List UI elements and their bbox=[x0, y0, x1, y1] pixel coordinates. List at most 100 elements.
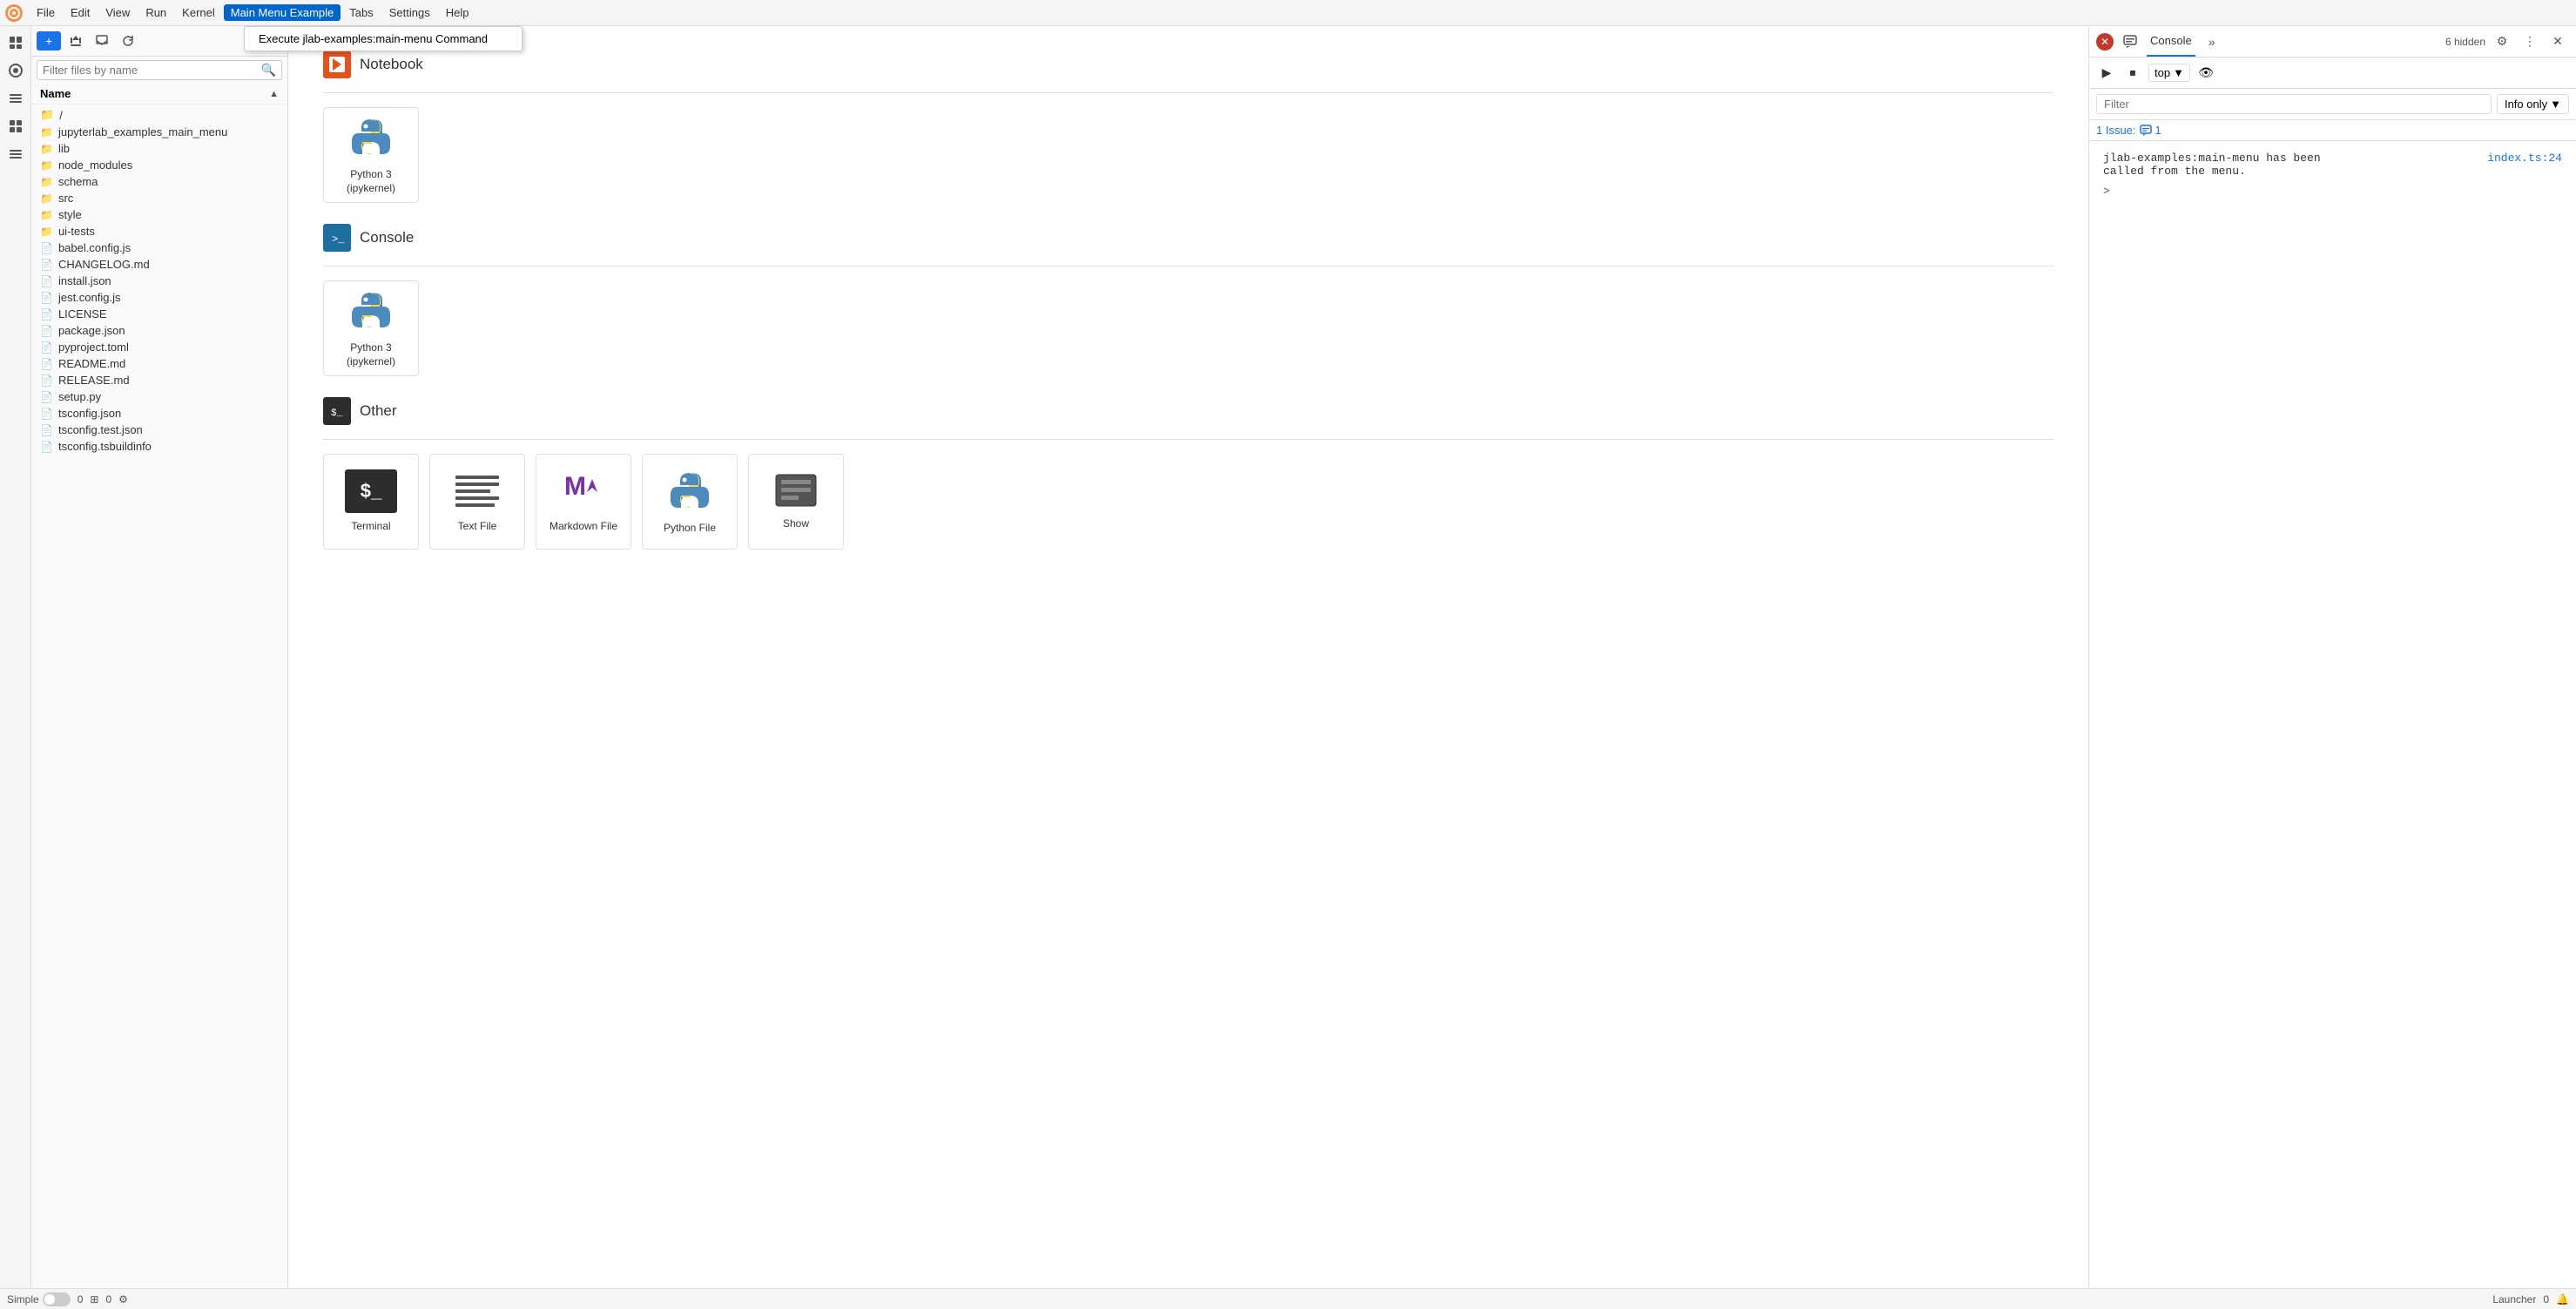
svg-text:$_: $_ bbox=[331, 408, 343, 419]
python-file-card[interactable]: Python File bbox=[642, 454, 738, 550]
list-item[interactable]: 📄 install.json bbox=[31, 273, 287, 289]
svg-text:>_: >_ bbox=[332, 233, 345, 246]
new-file-button[interactable]: + + bbox=[37, 31, 61, 51]
menu-help[interactable]: Help bbox=[439, 4, 476, 21]
dropdown-item-execute[interactable]: Execute jlab-examples:main-menu Command bbox=[245, 27, 522, 51]
json-file-icon: 📄 bbox=[40, 408, 53, 420]
list-item[interactable]: 📄 RELEASE.md bbox=[31, 372, 287, 388]
notebook-python3-card[interactable]: Python 3(ipykernel) bbox=[323, 107, 419, 203]
list-item[interactable]: 📄 README.md bbox=[31, 355, 287, 372]
menu-main-menu-example[interactable]: Main Menu Example bbox=[224, 4, 341, 21]
run-button[interactable]: ▶ bbox=[2096, 63, 2117, 84]
list-item[interactable]: 📄 babel.config.js bbox=[31, 240, 287, 256]
console-python3-card[interactable]: Python 3(ipykernel) bbox=[323, 280, 419, 376]
chevron-down-icon: ▼ bbox=[2173, 66, 2184, 79]
show-label: Show bbox=[783, 517, 809, 531]
console-tab[interactable]: Console bbox=[2147, 26, 2195, 57]
list-item[interactable]: 📄 pyproject.toml bbox=[31, 339, 287, 355]
json-file-icon: 📄 bbox=[40, 275, 53, 287]
list-item[interactable]: 📁 jupyterlab_examples_main_menu bbox=[31, 124, 287, 140]
console-section-header: >_ Console bbox=[323, 224, 2053, 252]
stop-button[interactable]: ⏹ bbox=[2122, 63, 2143, 84]
show-card[interactable]: Show bbox=[748, 454, 844, 550]
app-layout: + + bbox=[0, 26, 2576, 1288]
list-item[interactable]: 📁 style bbox=[31, 206, 287, 223]
folder-icon: 📁 bbox=[40, 226, 53, 238]
top-selector[interactable]: top ▼ bbox=[2148, 64, 2190, 82]
other-section-title: Other bbox=[360, 402, 397, 420]
top-label: top bbox=[2155, 66, 2170, 79]
app-logo bbox=[3, 3, 24, 24]
panel-settings-button[interactable]: ⚙ bbox=[2491, 30, 2513, 53]
menu-view[interactable]: View bbox=[98, 4, 137, 21]
toggle-track[interactable] bbox=[43, 1292, 71, 1306]
mode-toggle[interactable]: Simple bbox=[7, 1292, 71, 1306]
folder-icon: 📁 bbox=[40, 209, 53, 221]
right-panel: ✕ Console » 6 hidden ⚙ ⋮ ✕ ▶ ⏹ bbox=[2088, 26, 2576, 1288]
console-cards: Python 3(ipykernel) bbox=[323, 280, 2053, 376]
list-item[interactable]: 📄 tsconfig.tsbuildinfo bbox=[31, 438, 287, 455]
hidden-count-badge: 6 hidden bbox=[2445, 36, 2485, 48]
filter-input[interactable] bbox=[2096, 94, 2492, 114]
list-item[interactable]: 📄 tsconfig.test.json bbox=[31, 422, 287, 438]
issue-label: 1 Issue: bbox=[2096, 124, 2136, 137]
panel-more-button[interactable]: ⋮ bbox=[2519, 30, 2541, 53]
list-item[interactable]: 📁 schema bbox=[31, 173, 287, 190]
status-left: Simple 0 ⊞ 0 ⚙ bbox=[7, 1292, 128, 1306]
menu-edit[interactable]: Edit bbox=[64, 4, 97, 21]
list-item[interactable]: 📄 CHANGELOG.md bbox=[31, 256, 287, 273]
list-item[interactable]: 📄 tsconfig.json bbox=[31, 405, 287, 422]
console-prompt[interactable]: > bbox=[2103, 185, 2562, 198]
show-icon bbox=[774, 473, 818, 510]
textfile-label: Text File bbox=[458, 520, 497, 534]
right-panel-header: ✕ Console » 6 hidden ⚙ ⋮ ✕ bbox=[2089, 26, 2576, 57]
terminal-label: Terminal bbox=[351, 520, 390, 534]
folder-icon: 📁 bbox=[40, 159, 53, 172]
console-link[interactable]: index.ts:24 bbox=[2487, 152, 2562, 178]
sidebar-commands-btn[interactable] bbox=[3, 85, 29, 111]
list-item[interactable]: 📄 package.json bbox=[31, 322, 287, 339]
eye-button[interactable]: 👁 bbox=[2195, 63, 2216, 84]
upload-files-button[interactable] bbox=[91, 30, 113, 52]
panel-close-button[interactable]: ✕ bbox=[2096, 33, 2114, 51]
notebook-python3-label: Python 3(ipykernel) bbox=[347, 168, 395, 195]
console-tab-label: Console bbox=[2150, 34, 2192, 47]
refresh-button[interactable] bbox=[117, 30, 139, 52]
status-settings-icon[interactable]: ⚙ bbox=[118, 1293, 128, 1306]
list-item[interactable]: 📁 lib bbox=[31, 140, 287, 157]
list-item[interactable]: 📁 ui-tests bbox=[31, 223, 287, 240]
menu-file[interactable]: File bbox=[30, 4, 62, 21]
file-icon: 📄 bbox=[40, 341, 53, 354]
menu-settings[interactable]: Settings bbox=[382, 4, 437, 21]
list-item[interactable]: 📄 jest.config.js bbox=[31, 289, 287, 306]
bell-icon[interactable]: 🔔 bbox=[2556, 1293, 2569, 1306]
menu-kernel[interactable]: Kernel bbox=[175, 4, 222, 21]
info-only-button[interactable]: Info only ▼ bbox=[2497, 94, 2569, 114]
menu-tabs[interactable]: Tabs bbox=[342, 4, 380, 21]
search-input[interactable] bbox=[43, 64, 261, 77]
sidebar-extension-btn[interactable] bbox=[3, 113, 29, 139]
sort-icon[interactable]: ▲ bbox=[269, 89, 279, 99]
panel-chat-button[interactable] bbox=[2119, 30, 2141, 53]
terminal-card[interactable]: $_ Terminal bbox=[323, 454, 419, 550]
list-item[interactable]: 📄 setup.py bbox=[31, 388, 287, 405]
notebook-section-header: Notebook bbox=[323, 51, 2053, 78]
list-item[interactable]: 📁 node_modules bbox=[31, 157, 287, 173]
sidebar-running-btn[interactable] bbox=[3, 57, 29, 84]
panel-close-x-button[interactable]: ✕ bbox=[2546, 30, 2569, 53]
list-item[interactable]: 📁 src bbox=[31, 190, 287, 206]
list-item[interactable]: 📄 LICENSE bbox=[31, 306, 287, 322]
python-console-icon bbox=[349, 288, 393, 334]
sidebar-menu-btn[interactable] bbox=[3, 141, 29, 167]
js-file-icon: 📄 bbox=[40, 242, 53, 254]
folder-icon: 📁 bbox=[40, 108, 54, 122]
file-item-root[interactable]: 📁 / bbox=[31, 106, 287, 124]
markdown-card[interactable]: M Markdown File bbox=[536, 454, 631, 550]
console-divider bbox=[323, 266, 2053, 267]
panel-expand-button[interactable]: » bbox=[2201, 30, 2223, 53]
sidebar-files-btn[interactable] bbox=[3, 30, 29, 56]
menu-run[interactable]: Run bbox=[138, 4, 173, 21]
upload-button[interactable] bbox=[64, 30, 87, 52]
search-icon: 🔍 bbox=[261, 63, 276, 78]
textfile-card[interactable]: Text File bbox=[429, 454, 525, 550]
